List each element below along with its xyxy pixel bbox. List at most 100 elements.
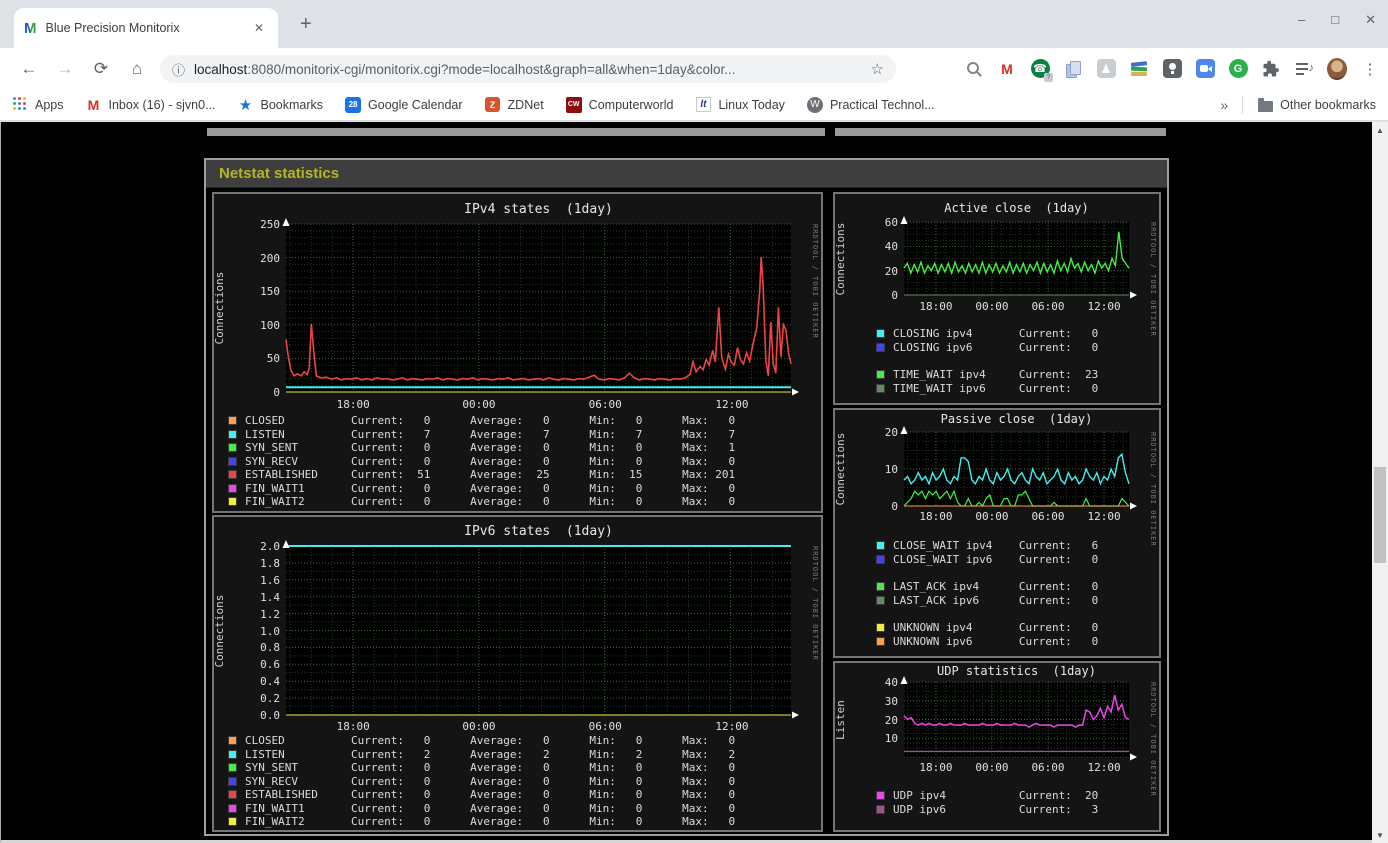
- legend-row: UNKNOWN ipv4 Current: 0: [876, 621, 1098, 634]
- legend-text: SYN_RECV Current: 0 Average: 0 Min: 0 Ma…: [245, 454, 736, 468]
- browser-window: M Blue Precision Monitorix ✕ + – □ ✕ ← →…: [0, 0, 1388, 843]
- legend-row: CLOSING ipv4 Current: 0: [876, 327, 1098, 340]
- legend-row: ESTABLISHED Current: 51 Average: 25 Min:…: [228, 468, 735, 482]
- maximize-button[interactable]: □: [1331, 12, 1339, 28]
- legend-row: CLOSED Current: 0 Average: 0 Min: 0 Max:…: [228, 734, 735, 748]
- legend-text: CLOSE_WAIT ipv4 Current: 6: [893, 539, 1099, 552]
- grammarly-icon[interactable]: G: [1228, 59, 1248, 79]
- y-tick-label: 2.0: [260, 540, 280, 553]
- bookmarks-divider: [1242, 95, 1244, 114]
- bookmark-apps[interactable]: Apps: [12, 97, 64, 113]
- address-bar[interactable]: ⓘ localhost:8080/monitorix-cgi/monitorix…: [160, 55, 896, 83]
- legend-text: TIME_WAIT ipv4 Current: 23: [893, 368, 1099, 381]
- y-tick-label: 1.0: [260, 624, 280, 638]
- y-tick-label: 250: [260, 218, 280, 231]
- minimize-button[interactable]: –: [1298, 12, 1305, 28]
- browser-tab[interactable]: M Blue Precision Monitorix ✕: [14, 8, 278, 48]
- linuxtoday-icon: lt: [695, 97, 711, 112]
- bookmark-inbox[interactable]: M Inbox (16) - sjvn0...: [86, 97, 216, 113]
- chart-panel-ipv4-states[interactable]: IPv4 states (1day) Connections RRDTOOL / T…: [212, 192, 823, 513]
- extensions-puzzle-icon[interactable]: [1261, 59, 1281, 79]
- scrollbar-thumb[interactable]: [1374, 467, 1386, 563]
- legend-row: CLOSE_WAIT ipv4 Current: 6: [876, 539, 1098, 552]
- chart-panel-active-close[interactable]: Active close (1day) Connections RRDTOOL / …: [833, 192, 1161, 405]
- wordpress-icon: W: [806, 96, 823, 113]
- legend-row: CLOSED Current: 0 Average: 0 Min: 0 Max:…: [228, 414, 735, 428]
- y-tick-label: 0.4: [260, 675, 280, 689]
- bookmark-google-calendar[interactable]: 28 Google Calendar: [345, 96, 463, 113]
- browser-toolbar: ← → ⟳ ⌂ ⓘ localhost:8080/monitorix-cgi/m…: [0, 48, 1388, 89]
- legend-swatch: [876, 637, 885, 646]
- voice-icon[interactable]: ☎?: [1030, 59, 1053, 82]
- url-host: localhost: [194, 61, 248, 77]
- bookmark-star-icon[interactable]: ☆: [871, 60, 884, 78]
- bookmark-bookmarks[interactable]: ★ Bookmarks: [238, 96, 323, 114]
- y-tick-label: 1.2: [260, 607, 280, 621]
- forward-button[interactable]: →: [52, 56, 78, 82]
- tab-close-icon[interactable]: ✕: [250, 19, 268, 37]
- bookmark-linux-today[interactable]: lt Linux Today: [695, 97, 785, 113]
- x-tick-label: 00:00: [975, 510, 1009, 523]
- bookmark-practical-technology[interactable]: W Practical Technol...: [806, 96, 935, 113]
- playlist-icon[interactable]: ♪: [1294, 59, 1314, 79]
- legend-row: FIN_WAIT2 Current: 0 Average: 0 Min: 0 M…: [228, 815, 735, 829]
- x-tick-label: 12:00: [715, 398, 749, 411]
- legend-swatch: [228, 776, 237, 786]
- reload-button[interactable]: ⟳: [88, 56, 114, 82]
- legend-row: SYN_RECV Current: 0 Average: 0 Min: 0 Ma…: [228, 775, 735, 789]
- scrollbar-up-arrow[interactable]: ▲: [1372, 122, 1388, 138]
- x-tick-label: 18:00: [919, 510, 953, 523]
- y-tick-label: 30: [884, 694, 898, 708]
- copy-icon[interactable]: [1063, 59, 1083, 79]
- bookmarks-overflow-chevron[interactable]: »: [1220, 97, 1228, 113]
- avatar[interactable]: [1327, 57, 1347, 80]
- x-tick-label: 18:00: [336, 720, 370, 733]
- y-tick-label: 0: [891, 500, 898, 513]
- page-info-icon[interactable]: ⓘ: [172, 60, 185, 79]
- legend-swatch: [876, 623, 885, 632]
- y-tick-label: 0.6: [260, 658, 280, 672]
- page-scrollbar[interactable]: ▲ ▼: [1372, 122, 1388, 843]
- window-controls: – □ ✕: [1298, 12, 1376, 28]
- books-icon[interactable]: [1129, 59, 1149, 79]
- star-icon: ★: [238, 96, 253, 114]
- x-tick-label: 00:00: [462, 398, 496, 411]
- tab-title: Blue Precision Monitorix: [45, 21, 180, 35]
- legend-text: LAST_ACK ipv6 Current: 0: [893, 594, 1099, 607]
- legend-text: SYN_RECV Current: 0 Average: 0 Min: 0 Ma…: [245, 774, 736, 788]
- home-button[interactable]: ⌂: [124, 56, 150, 82]
- legend-row: LISTEN Current: 2 Average: 2 Min: 2 Max:…: [228, 748, 735, 762]
- y-tick-label: 150: [260, 285, 280, 299]
- chart-panel-ipv6-states[interactable]: IPv6 states (1day) Connections RRDTOOL / T…: [212, 515, 823, 832]
- new-tab-button[interactable]: +: [300, 13, 312, 36]
- camera-icon[interactable]: [1195, 59, 1215, 79]
- chart-panel-udp-statistics[interactable]: UDP statistics (1day) Listen RRDTOOL / TOB…: [833, 661, 1161, 832]
- legend-swatch: [876, 343, 885, 352]
- close-button[interactable]: ✕: [1365, 12, 1376, 28]
- legend-swatch: [876, 541, 885, 550]
- bookmark-zdnet[interactable]: Z ZDNet: [485, 97, 544, 113]
- legend-text: ESTABLISHED Current: 0 Average: 0 Min: 0…: [245, 788, 736, 802]
- legend-text: UDP ipv4 Current: 20: [893, 789, 1099, 802]
- legend-row: LAST_ACK ipv6 Current: 0: [876, 594, 1098, 607]
- browser-menu-icon[interactable]: ⋮: [1360, 59, 1380, 79]
- bookmark-computerworld[interactable]: CW Computerworld: [565, 96, 673, 113]
- gmail-icon[interactable]: M: [997, 59, 1017, 79]
- legend-text: UDP ipv6 Current: 3: [893, 803, 1099, 816]
- other-bookmarks[interactable]: Other bookmarks: [1257, 97, 1376, 113]
- lamp-icon[interactable]: [1162, 59, 1182, 79]
- y-tick-label: 0.8: [260, 641, 280, 655]
- legend-swatch: [228, 416, 237, 426]
- url-text: localhost:8080/monitorix-cgi/monitorix.c…: [194, 62, 863, 77]
- netstat-section: Netstat statistics IPv4 states (1day) Con…: [204, 158, 1169, 836]
- scrollbar-down-arrow[interactable]: ▼: [1372, 827, 1388, 843]
- x-tick-label: 12:00: [715, 720, 749, 733]
- person-icon[interactable]: ♟: [1096, 59, 1116, 79]
- chart-panel-passive-close[interactable]: Passive close (1day) Connections RRDTOOL /…: [833, 408, 1161, 658]
- x-tick-label: 06:00: [1031, 510, 1065, 523]
- extensions-row: M ☎? ♟ G ♪ ⋮: [964, 48, 1380, 89]
- search-icon[interactable]: [964, 59, 984, 79]
- legend-text: SYN_SENT Current: 0 Average: 0 Min: 0 Ma…: [245, 441, 736, 455]
- legend-row: FIN_WAIT1 Current: 0 Average: 0 Min: 0 M…: [228, 482, 735, 496]
- back-button[interactable]: ←: [16, 56, 42, 82]
